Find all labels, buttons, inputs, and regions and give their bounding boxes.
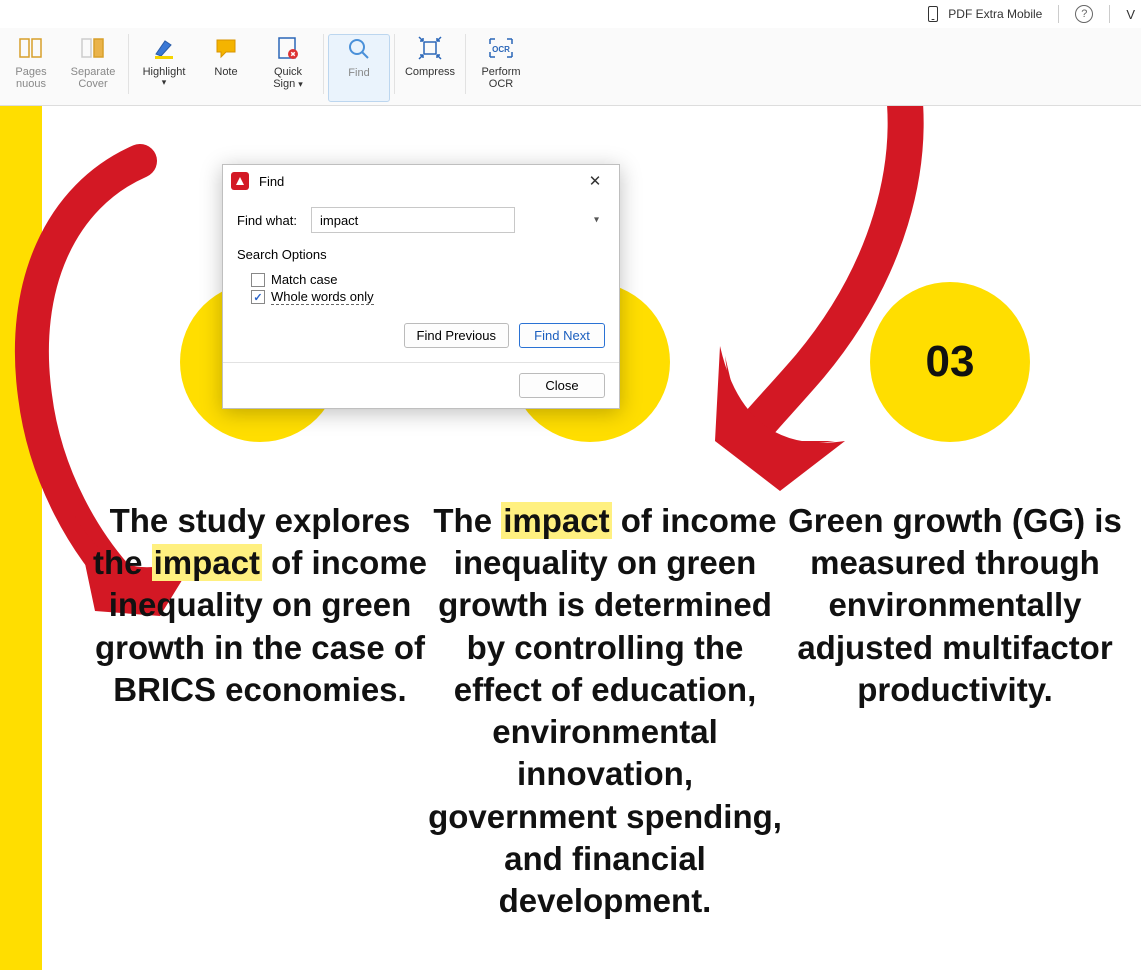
highlight-icon xyxy=(150,34,178,62)
pdf-extra-mobile-link[interactable]: PDF Extra Mobile xyxy=(948,7,1042,21)
svg-text:OCR: OCR xyxy=(492,45,510,54)
yellow-page-stripe xyxy=(0,106,42,970)
find-dialog: Find ✕ Find what: ▾ Search Options Match… xyxy=(222,164,620,409)
search-highlight: impact xyxy=(152,544,262,581)
pages-icon xyxy=(17,34,45,62)
checkbox-icon xyxy=(251,273,265,287)
chevron-down-icon: ▾ xyxy=(162,80,167,85)
close-icon[interactable]: ✕ xyxy=(579,168,611,194)
note-button[interactable]: Note xyxy=(195,34,257,102)
truncated-menu: V xyxy=(1126,7,1135,22)
note-icon xyxy=(212,34,240,62)
perform-ocr-button[interactable]: OCR PerformOCR xyxy=(470,34,532,102)
mobile-icon xyxy=(928,6,938,22)
find-next-button[interactable]: Find Next xyxy=(519,323,605,348)
compress-icon xyxy=(416,34,444,62)
app-top-bar: PDF Extra Mobile ? V xyxy=(922,0,1141,28)
whole-words-checkbox[interactable]: Whole words only xyxy=(251,289,605,305)
group-separator xyxy=(128,34,129,94)
separator xyxy=(1109,5,1110,23)
find-what-label: Find what: xyxy=(237,213,301,228)
checkbox-icon xyxy=(251,290,265,304)
quick-sign-button[interactable]: QuickSign ▾ xyxy=(257,34,319,102)
find-dialog-titlebar[interactable]: Find ✕ xyxy=(223,165,619,197)
find-what-input[interactable] xyxy=(311,207,515,233)
search-options-label: Search Options xyxy=(237,247,605,262)
quick-sign-icon xyxy=(274,34,302,62)
app-logo-icon xyxy=(231,172,249,190)
separate-cover-button[interactable]: SeparateCover xyxy=(62,34,124,102)
group-separator xyxy=(465,34,466,94)
column-1-text: The study explores the impact of income … xyxy=(90,500,430,711)
group-separator xyxy=(394,34,395,94)
find-dialog-title: Find xyxy=(259,174,579,189)
ribbon-toolbar: Pagesnuous SeparateCover Highlight ▾ Not… xyxy=(0,28,1141,106)
help-icon[interactable]: ? xyxy=(1075,5,1093,23)
separator xyxy=(1058,5,1059,23)
search-icon xyxy=(345,35,373,63)
search-highlight: impact xyxy=(501,502,611,539)
separate-cover-icon xyxy=(79,34,107,62)
find-previous-button[interactable]: Find Previous xyxy=(404,323,509,348)
highlight-button[interactable]: Highlight ▾ xyxy=(133,34,195,102)
chevron-down-icon[interactable]: ▾ xyxy=(594,215,599,226)
close-button[interactable]: Close xyxy=(519,373,605,398)
pages-continuous-button[interactable]: Pagesnuous xyxy=(0,34,62,102)
compress-button[interactable]: Compress xyxy=(399,34,461,102)
chevron-down-icon: ▾ xyxy=(298,79,303,89)
document-viewport[interactable]: 0 2 03 The study explores the impact of … xyxy=(0,106,1141,970)
group-separator xyxy=(323,34,324,94)
column-3-text: Green growth (GG) is measured through en… xyxy=(780,500,1130,711)
match-case-checkbox[interactable]: Match case xyxy=(251,272,605,287)
section-badge-03: 03 xyxy=(870,282,1030,442)
find-button[interactable]: Find xyxy=(328,34,390,102)
column-2-text: The impact of income inequality on green… xyxy=(425,500,785,922)
ocr-icon: OCR xyxy=(487,34,515,62)
